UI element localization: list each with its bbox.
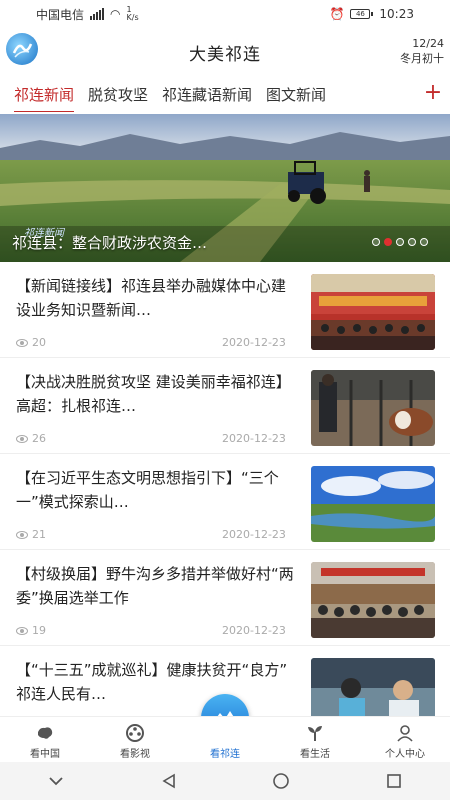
date-display: 12/24 冬月初十 [400,36,444,66]
lunar-date-label: 冬月初十 [400,52,444,65]
carousel-dot[interactable] [420,238,428,246]
carousel-dot[interactable] [408,238,416,246]
news-thumbnail[interactable] [311,562,435,638]
cattle-farm-image [311,370,435,446]
carousel-dot[interactable] [396,238,404,246]
news-date: 2020-12-23 [222,528,286,541]
clock: 10:23 [379,7,414,21]
status-right: ⏰ 46 10:23 [329,7,414,21]
nav-china[interactable]: 看中国 [0,717,90,762]
eye-icon [16,434,28,443]
back-icon[interactable] [159,771,179,791]
news-item[interactable]: 【村级换届】野牛沟乡多措并举做好村“两委”换届选举工作 19 2020-12-2… [0,550,450,646]
news-date: 2020-12-23 [222,432,286,445]
tab-qilian-news[interactable]: 祁连新闻 [14,84,75,112]
view-count: 19 [16,624,46,637]
view-count: 21 [16,528,46,541]
nav-label: 看中国 [30,749,60,760]
news-item[interactable]: 【在习近平生态文明思想指引下】“三个一”模式探索山… 21 2020-12-23 [0,454,450,550]
conference-hall-image [311,274,435,350]
news-title[interactable]: 【在习近平生态文明思想指引下】“三个一”模式探索山… [16,466,296,514]
film-reel-icon [126,724,144,742]
news-date: 2020-12-23 [222,624,286,637]
eye-icon [16,530,28,539]
news-title[interactable]: 【新闻链接线】祁连县举办融媒体中心建设业务知识暨新闻… [16,274,296,322]
status-left: 中国电信 ◠ 1 K/s [36,6,139,23]
carrier-label: 中国电信 [36,7,85,22]
user-icon [397,725,413,742]
tab-poverty-alleviation[interactable]: 脱贫攻坚 [88,84,148,105]
view-count: 26 [16,432,46,445]
nav-qilian[interactable]: 看祁连 [180,717,270,762]
tab-photo-news[interactable]: 图文新闻 [266,84,326,105]
nav-life[interactable]: 看生活 [270,717,360,762]
bottom-nav: 看中国 看影视 看祁连 看生活 个人中心 [0,716,450,762]
news-list: 【新闻链接线】祁连县举办融媒体中心建设业务知识暨新闻… 20 2020-12-2… [0,262,450,742]
page-title: 大美祁连 [189,45,261,65]
news-thumbnail[interactable] [311,274,435,350]
category-tabs: 祁连新闻 脱贫攻坚 祁连藏语新闻 图文新闻 [0,76,450,112]
village-meeting-image [311,562,435,638]
network-speed: 1 K/s [126,5,139,22]
carousel-dot[interactable] [372,238,380,246]
sprout-icon [308,726,322,741]
grassland-lake-image [311,466,435,542]
carousel-dots [372,238,428,246]
carousel-dot-active[interactable] [384,238,392,246]
wifi-icon: ◠ [110,7,121,21]
chevron-down-icon[interactable] [46,771,66,791]
news-thumbnail[interactable] [311,466,435,542]
nav-film[interactable]: 看影视 [90,717,180,762]
app-header: 大美祁连 12/24 冬月初十 [0,28,450,74]
banner-caption[interactable]: 祁连县：整合财政涉农资金… [12,232,207,253]
news-item[interactable]: 【新闻链接线】祁连县举办融媒体中心建设业务知识暨新闻… 20 2020-12-2… [0,262,450,358]
news-title[interactable]: 【决战决胜脱贫攻坚 建设美丽幸福祁连】高超：扎根祁连… [16,370,296,418]
battery-icon: 46 [350,9,374,19]
tab-tibetan-news[interactable]: 祁连藏语新闻 [162,84,252,105]
recent-apps-icon[interactable] [384,771,404,791]
nav-label: 看祁连 [210,749,240,760]
nav-label: 看生活 [300,749,330,760]
news-title[interactable]: 【“十三五”成就巡礼】健康扶贫开“良方” 祁连人民有… [16,658,296,706]
nav-spacer [180,723,270,745]
banner-carousel[interactable]: 祁连新闻 祁连县：整合财政涉农资金… [0,114,450,262]
signal-icon [90,8,105,20]
news-thumbnail[interactable] [311,370,435,446]
view-count: 20 [16,336,46,349]
china-map-icon [38,727,53,739]
nav-label: 个人中心 [385,749,425,760]
news-title[interactable]: 【村级换届】野牛沟乡多措并举做好村“两委”换届选举工作 [16,562,296,610]
eye-icon [16,338,28,347]
status-bar: 中国电信 ◠ 1 K/s ⏰ 46 10:23 [0,0,450,28]
news-date: 2020-12-23 [222,336,286,349]
add-tab-button[interactable]: + [422,80,444,105]
date-label: 12/24 [412,37,444,50]
home-icon[interactable] [271,771,291,791]
system-nav-bar [0,762,450,800]
nav-profile[interactable]: 个人中心 [360,717,450,762]
alarm-icon: ⏰ [329,7,345,21]
nav-label: 看影视 [120,749,150,760]
eye-icon [16,626,28,635]
news-item[interactable]: 【决战决胜脱贫攻坚 建设美丽幸福祁连】高超：扎根祁连… 26 2020-12-2… [0,358,450,454]
